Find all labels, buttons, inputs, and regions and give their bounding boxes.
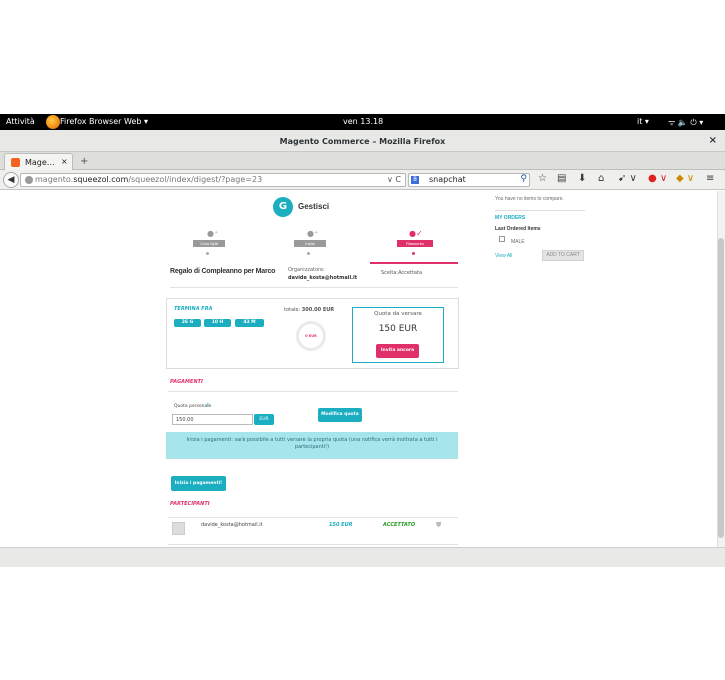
event-title: Regalo di Compleanno per Marco: [170, 268, 276, 275]
quota-input[interactable]: 150.00: [172, 414, 253, 425]
payments-heading: PAGAMENTI: [170, 379, 203, 385]
step-invite-icon: ●⁺: [307, 229, 319, 238]
search-icon[interactable]: ⚲: [520, 174, 527, 184]
page-content: G Gestisci ●⁺ Crea Split ●⁺ Invita ●✓ Ri…: [0, 191, 725, 547]
divider: [168, 544, 458, 545]
magento-favicon-icon: [11, 158, 20, 167]
system-tray-icons[interactable]: ᯤ 🔈 ⏻ ▾: [668, 117, 703, 128]
organizer-label: Organizzatore:: [288, 267, 325, 273]
participant-status: ACCETTATO: [383, 522, 416, 528]
personal-quota-label: Quota personale: [174, 404, 212, 409]
start-payments-button[interactable]: Inizia i pagamenti!: [171, 476, 226, 491]
site-info-icon[interactable]: [25, 176, 33, 184]
divider: [170, 287, 458, 288]
downloads-icon[interactable]: ⬇: [578, 173, 586, 184]
organizer-email: davide_kosta@hotmail.it: [288, 275, 358, 281]
step-invita[interactable]: Invita: [294, 240, 326, 247]
compare-text: You have no items to compare.: [495, 196, 564, 202]
tab-magento[interactable]: Mage… ×: [4, 153, 73, 170]
ordered-item-name[interactable]: MALE: [511, 239, 525, 245]
payments-notice: Inizia i pagamenti: sarà possibile a tut…: [166, 432, 458, 459]
browser-bottom-bar: [0, 547, 725, 567]
participants-heading: PARTECIPANTI: [170, 501, 210, 507]
search-engine-icon[interactable]: 8: [411, 176, 419, 184]
participant-amount: 150 EUR: [329, 522, 353, 528]
modify-quota-button[interactable]: Modifica quota: [318, 408, 362, 422]
keyboard-layout-menu[interactable]: it ▾: [637, 117, 649, 126]
back-button[interactable]: ◀: [3, 172, 19, 188]
bookmark-star-icon[interactable]: ☆: [538, 173, 547, 184]
step-create-icon: ●⁺: [207, 229, 219, 238]
window-titlebar: Magento Commerce – Mozilla Firefox ×: [0, 130, 725, 152]
clock[interactable]: ven 13.18: [343, 117, 383, 126]
choice-status: Scelta:Accettata: [381, 270, 423, 276]
bookmarks-menu-icon[interactable]: ▤: [557, 173, 566, 184]
item-checkbox[interactable]: [499, 236, 505, 242]
brand-title: Gestisci: [298, 202, 330, 211]
scrollbar-thumb[interactable]: [718, 238, 724, 538]
avatar: [172, 522, 185, 535]
quota-value: 150 EUR: [378, 324, 418, 334]
app-menu[interactable]: Firefox Browser Web ▾: [60, 117, 148, 126]
navigation-toolbar: ◀ magento.squeezol.com/squeezol/index/di…: [0, 170, 725, 190]
url-dropdown-reload-icons[interactable]: ∨ C: [387, 175, 401, 184]
total-label: totale:: [284, 307, 301, 313]
url-bar[interactable]: magento.squeezol.com/squeezol/index/dige…: [20, 173, 406, 187]
step-active-underline: [370, 262, 458, 264]
search-input[interactable]: snapchat: [429, 175, 466, 184]
addon-flag-icon[interactable]: ◆ ∨: [676, 173, 694, 184]
activities-button[interactable]: Attività: [6, 117, 35, 126]
firefox-icon: [46, 115, 60, 129]
countdown-hours: 10 H: [204, 319, 231, 327]
step-crea-split[interactable]: Crea Split: [193, 240, 225, 247]
divider: [168, 517, 458, 518]
addon-share-icon[interactable]: ➹ ∨: [618, 173, 637, 184]
tab-close-icon[interactable]: ×: [61, 157, 68, 166]
add-to-cart-button[interactable]: ADD TO CART: [542, 250, 584, 261]
countdown-minutes: 43 M: [235, 319, 264, 327]
table-row: davide_kosta@hotmail.it 150 EUR ACCETTAT…: [168, 519, 458, 541]
hamburger-menu-icon[interactable]: ≡: [706, 173, 714, 184]
info-icon[interactable]: i: [207, 403, 209, 409]
gauge-value: 0 EUR: [305, 334, 317, 338]
tab-strip: Mage… × +: [0, 152, 725, 170]
search-bar[interactable]: 8 snapchat ⚲: [408, 173, 530, 187]
step-dot: [206, 252, 209, 255]
total-value: 300.00 EUR: [301, 307, 335, 313]
step-riassunto[interactable]: Riassunto: [397, 240, 433, 247]
participant-email: davide_kosta@hotmail.it: [201, 522, 263, 528]
step-summary-icon: ●✓: [409, 229, 423, 238]
addon-block-icon[interactable]: ● ∨: [648, 173, 667, 184]
window-close-icon[interactable]: ×: [709, 135, 717, 146]
last-ordered-heading: Last Ordered Items: [495, 226, 541, 232]
step-dot-active: [412, 252, 415, 255]
orders-heading: MY ORDERS: [495, 215, 526, 221]
gestisci-logo-icon: G: [273, 197, 293, 217]
tab-label: Mage…: [25, 158, 55, 167]
url-text[interactable]: magento.squeezol.com/squeezol/index/dige…: [35, 175, 262, 184]
countdown-days: 26 G: [174, 319, 201, 327]
system-top-bar: Attività Firefox Browser Web ▾ ven 13.18…: [0, 114, 725, 130]
quota-label: Quota da versare: [374, 311, 422, 317]
new-tab-icon[interactable]: +: [80, 156, 88, 167]
home-icon[interactable]: ⌂: [598, 173, 604, 184]
currency-addon: EUR: [254, 414, 274, 425]
divider: [168, 391, 458, 392]
step-dot: [307, 252, 310, 255]
total-line: totale: 300.00 EUR: [284, 307, 334, 313]
ends-label: TERMINA FRA: [174, 306, 213, 312]
invite-again-button[interactable]: Invita ancora: [376, 344, 419, 358]
divider: [495, 210, 585, 211]
shield-icon: ⛊: [436, 521, 442, 529]
view-all-link[interactable]: View All: [495, 253, 512, 259]
window-title: Magento Commerce – Mozilla Firefox: [279, 137, 446, 146]
